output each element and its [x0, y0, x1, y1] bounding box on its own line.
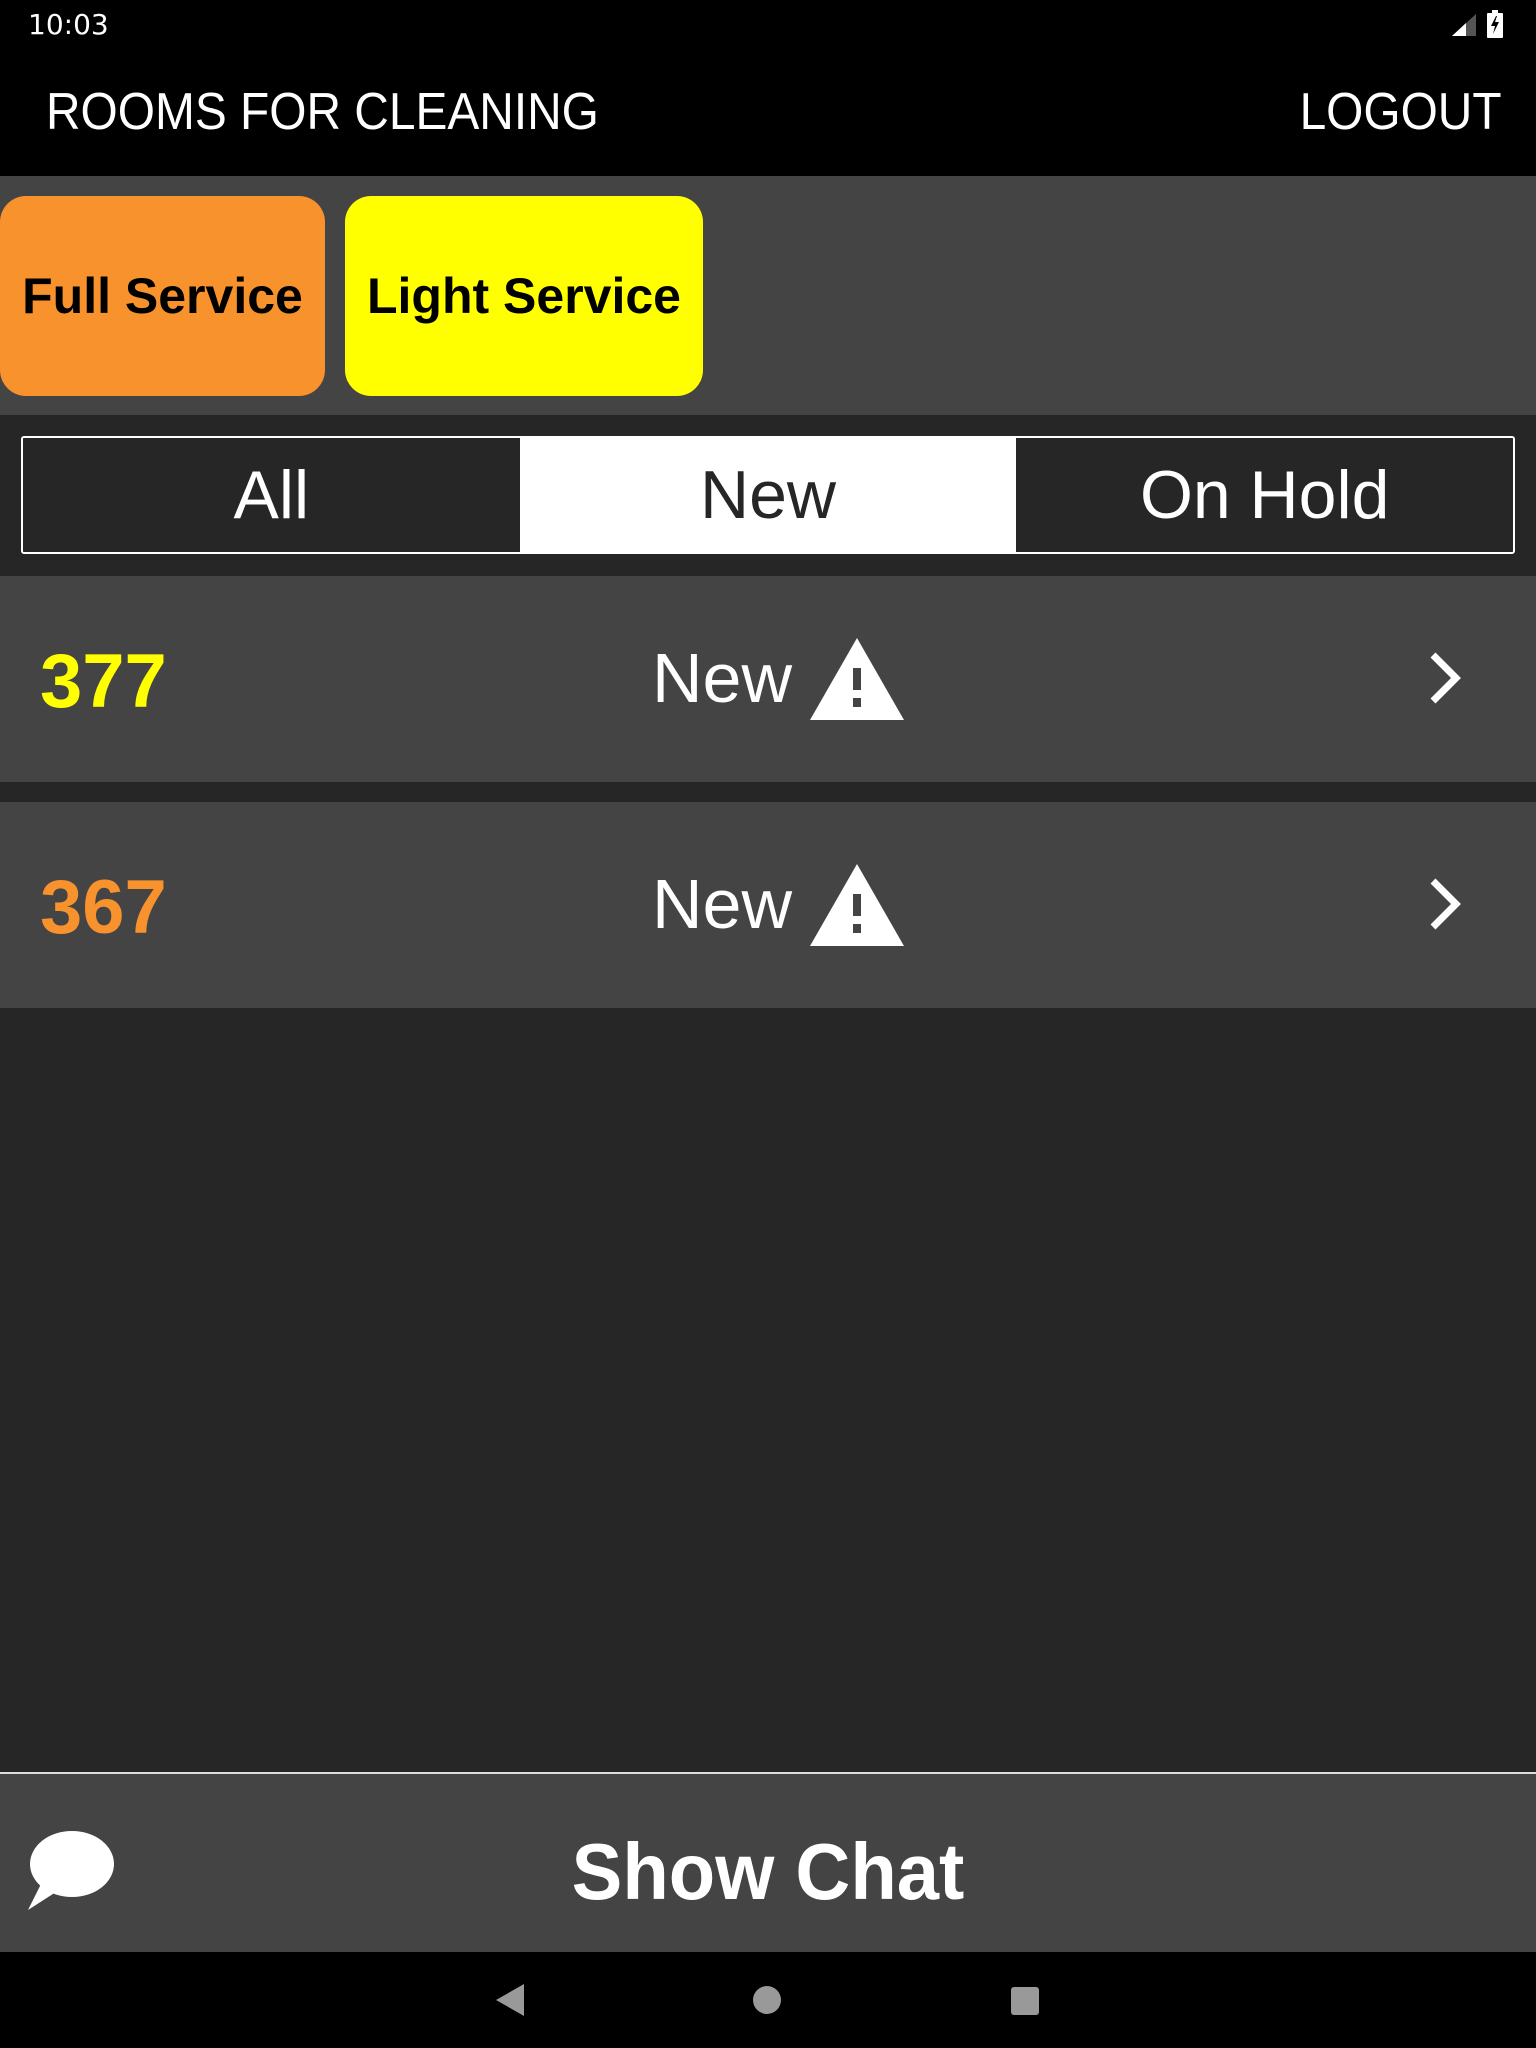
room-number: 367 [40, 865, 167, 950]
tab-new[interactable]: New [519, 438, 1017, 552]
full-service-button[interactable]: Full Service [0, 196, 325, 396]
battery-charging-icon [1487, 10, 1503, 38]
signal-icon [1452, 14, 1476, 36]
room-number: 377 [40, 639, 167, 724]
logout-button[interactable]: LOGOUT [1300, 82, 1502, 142]
show-chat-label: Show Chat [571, 1827, 965, 1916]
room-list-item[interactable]: 377 New [0, 576, 1536, 782]
chevron-right-icon[interactable] [1428, 876, 1462, 932]
filter-segmented-control: All New On Hold [21, 436, 1515, 554]
home-icon[interactable] [752, 1985, 782, 2015]
warning-icon [810, 864, 904, 946]
tab-on-hold[interactable]: On Hold [1016, 438, 1513, 552]
chevron-right-icon[interactable] [1428, 650, 1462, 706]
recents-icon[interactable] [1010, 1986, 1040, 2016]
warning-icon [810, 638, 904, 720]
status-bar: 10:03 [0, 0, 1536, 50]
status-time: 10:03 [28, 8, 109, 41]
back-icon[interactable] [494, 1982, 526, 2018]
page-title: ROOMS FOR CLEANING [46, 83, 599, 141]
system-nav-bar [0, 1952, 1536, 2048]
room-status: New [652, 639, 793, 717]
service-type-bar: Full Service Light Service [0, 176, 1536, 415]
room-status: New [652, 865, 793, 943]
tab-all[interactable]: All [23, 438, 520, 552]
light-service-button[interactable]: Light Service [345, 196, 703, 396]
room-list-item[interactable]: 367 New [0, 802, 1536, 1008]
show-chat-button[interactable]: Show Chat [0, 1774, 1536, 1952]
